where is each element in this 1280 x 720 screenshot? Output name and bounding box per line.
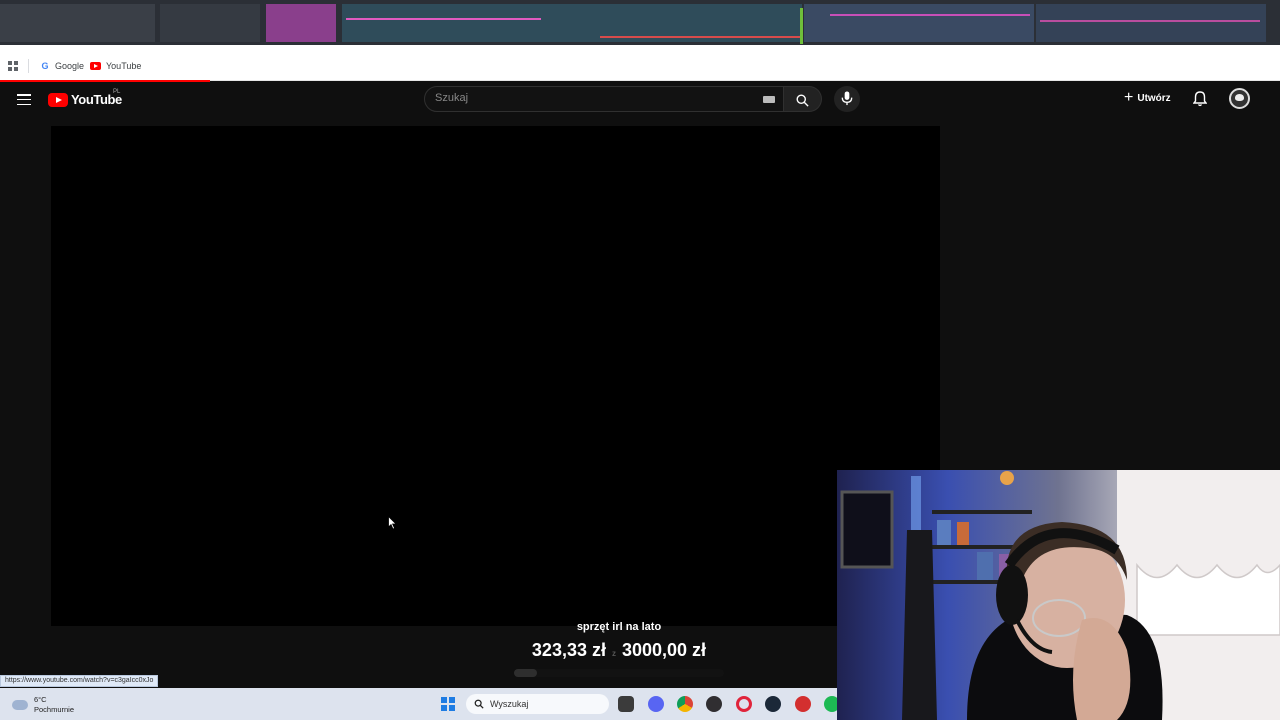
weather-text: 6°C Pochmurnie xyxy=(34,695,74,715)
donation-goal-progress-bar xyxy=(514,669,724,677)
voice-search-button[interactable] xyxy=(834,86,860,112)
taskbar-search-label: Wyszukaj xyxy=(490,699,529,709)
bookmark-google[interactable]: G Google xyxy=(40,61,84,71)
bookmark-youtube[interactable]: YouTube xyxy=(90,61,141,71)
decor-line xyxy=(346,18,541,20)
bookmark-label: YouTube xyxy=(106,61,142,71)
chrome-icon[interactable] xyxy=(677,696,693,712)
goal-target-amount: 3000,00 zł xyxy=(621,640,707,660)
tab-thumbnail[interactable] xyxy=(266,4,336,42)
steam-icon[interactable] xyxy=(765,696,781,712)
obs-icon[interactable] xyxy=(706,696,722,712)
menu-icon[interactable] xyxy=(17,94,31,105)
mouse-cursor-icon xyxy=(388,516,397,530)
youtube-icon xyxy=(90,62,101,70)
cloud-icon xyxy=(12,700,28,710)
goal-current-amount: 323,33 zł xyxy=(531,640,606,660)
tab-thumbnail[interactable] xyxy=(1036,4,1266,42)
search-box xyxy=(424,86,784,112)
notifications-bell-icon[interactable] xyxy=(1192,91,1208,112)
file-explorer-icon[interactable] xyxy=(618,696,634,712)
video-player[interactable] xyxy=(51,126,940,626)
donation-goal-title: sprzęt irl na lato xyxy=(576,621,662,633)
country-code: PL xyxy=(113,89,121,95)
opera-icon[interactable] xyxy=(736,696,752,712)
microphone-icon xyxy=(841,91,853,106)
tab-thumbnail[interactable] xyxy=(804,4,1034,42)
weather-temperature: 6°C xyxy=(34,695,47,704)
bookmark-label: Google xyxy=(55,61,85,71)
search-button[interactable] xyxy=(784,86,822,112)
search-icon xyxy=(474,699,484,709)
apps-grid-icon[interactable] xyxy=(8,61,18,71)
webcam-feed-image xyxy=(837,470,1280,720)
browser-tab-strip xyxy=(0,0,1280,45)
tab-thumbnail[interactable] xyxy=(160,4,260,42)
create-label: Utwórz xyxy=(1137,92,1171,104)
tab-thumbnail[interactable] xyxy=(0,4,155,42)
goal-progress-fill xyxy=(514,669,537,677)
youtube-play-icon xyxy=(48,92,68,107)
webcam-overlay xyxy=(837,470,1280,720)
bookmarks-divider xyxy=(28,59,29,73)
decor-line xyxy=(800,8,803,44)
decor-line xyxy=(600,36,800,38)
video-app-icon[interactable] xyxy=(795,696,811,712)
windows-start-icon[interactable] xyxy=(441,697,455,711)
taskbar-search[interactable]: Wyszukaj xyxy=(466,694,609,714)
screen: G Google YouTube YouTube PL + Utwórz xyxy=(0,0,1280,720)
create-button[interactable]: + Utwórz xyxy=(1124,89,1171,106)
keyboard-icon[interactable] xyxy=(763,96,775,103)
status-bar-url: https://www.youtube.com/watch?v=c3gaIcc0… xyxy=(0,675,159,687)
search-icon xyxy=(796,94,809,107)
weather-description: Pochmurnie xyxy=(34,705,75,714)
weather-widget[interactable]: 6°C Pochmurnie xyxy=(12,695,74,715)
search-input[interactable] xyxy=(435,92,735,104)
goal-separator: z xyxy=(611,649,616,658)
user-avatar[interactable] xyxy=(1229,88,1250,109)
bookmarks-bar: G Google YouTube xyxy=(0,45,1280,81)
google-icon: G xyxy=(41,61,49,71)
discord-icon[interactable] xyxy=(648,696,664,712)
windows-taskbar: 6°C Pochmurnie Wyszukaj xyxy=(0,688,840,720)
youtube-masthead: YouTube PL + Utwórz xyxy=(0,82,1280,118)
decor-line xyxy=(830,14,1030,16)
decor-line xyxy=(1040,20,1260,22)
youtube-logo[interactable]: YouTube xyxy=(48,92,122,107)
donation-goal-amounts: 323,33 zł z 3000,00 zł xyxy=(520,640,718,661)
plus-icon: + xyxy=(1124,89,1134,106)
